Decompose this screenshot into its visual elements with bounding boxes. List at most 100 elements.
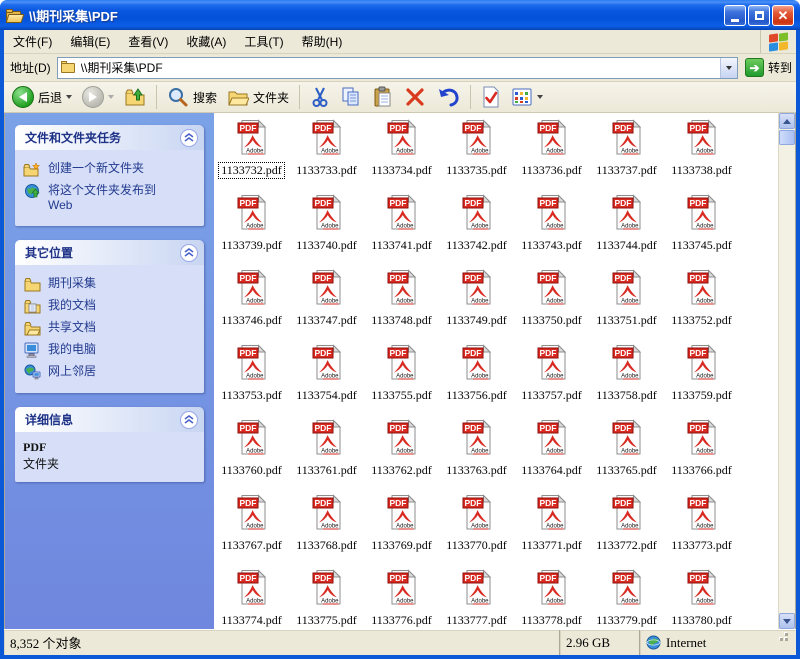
scroll-up-button[interactable] [779, 113, 795, 129]
file-item[interactable]: PDFAdobe1133740.pdf [289, 192, 364, 267]
sidebar-item-shared-documents[interactable]: 共享文档 [23, 317, 198, 339]
panel-header[interactable]: 文件和文件夹任务 [15, 125, 204, 150]
sidebar-item-new-folder[interactable]: 创建一个新文件夹 [23, 158, 198, 180]
file-item[interactable]: PDFAdobe1133743.pdf [514, 192, 589, 267]
scroll-down-button[interactable] [779, 613, 795, 629]
delete-button[interactable] [400, 84, 430, 110]
menu-favorites[interactable]: 收藏(A) [177, 30, 235, 53]
file-item[interactable]: PDFAdobe1133750.pdf [514, 267, 589, 342]
file-name-label: 1133766.pdf [669, 463, 734, 478]
file-item[interactable]: PDFAdobe1133763.pdf [439, 417, 514, 492]
file-item[interactable]: PDFAdobe1133765.pdf [589, 417, 664, 492]
close-button[interactable]: ✕ [772, 5, 794, 26]
file-name-label: 1133772.pdf [594, 538, 659, 553]
file-item[interactable]: PDFAdobe1133778.pdf [514, 567, 589, 629]
file-item[interactable]: PDFAdobe1133776.pdf [364, 567, 439, 629]
file-item[interactable]: PDFAdobe1133754.pdf [289, 342, 364, 417]
address-dropdown-button[interactable] [720, 58, 737, 78]
file-item[interactable]: PDFAdobe1133777.pdf [439, 567, 514, 629]
file-name-label: 1133758.pdf [594, 388, 659, 403]
file-item[interactable]: PDFAdobe1133770.pdf [439, 492, 514, 567]
go-label: 转到 [768, 59, 792, 76]
go-control[interactable]: ➔ 转到 [745, 58, 792, 77]
maximize-button[interactable] [748, 5, 770, 26]
file-item[interactable]: PDFAdobe1133748.pdf [364, 267, 439, 342]
sidebar-item-my-computer[interactable]: 我的电脑 [23, 339, 198, 361]
menu-edit[interactable]: 编辑(E) [61, 30, 119, 53]
file-item[interactable]: PDFAdobe1133759.pdf [664, 342, 739, 417]
scrollbar-track[interactable] [779, 146, 795, 613]
file-item[interactable]: PDFAdobe1133745.pdf [664, 192, 739, 267]
file-item[interactable]: PDFAdobe1133744.pdf [589, 192, 664, 267]
sync-check-button[interactable] [477, 84, 505, 110]
pdf-file-icon: PDFAdobe [685, 194, 719, 235]
address-input[interactable]: \\期刊采集\PDF [57, 57, 738, 79]
panel-header[interactable]: 详细信息 [15, 407, 204, 432]
views-button[interactable] [507, 84, 547, 110]
file-item[interactable]: PDFAdobe1133737.pdf [589, 117, 664, 192]
file-item[interactable]: PDFAdobe1133762.pdf [364, 417, 439, 492]
file-item[interactable]: PDFAdobe1133755.pdf [364, 342, 439, 417]
file-item[interactable]: PDFAdobe1133739.pdf [214, 192, 289, 267]
menu-view[interactable]: 查看(V) [119, 30, 177, 53]
file-item[interactable]: PDFAdobe1133768.pdf [289, 492, 364, 567]
file-item[interactable]: PDFAdobe1133773.pdf [664, 492, 739, 567]
file-name-label: 1133776.pdf [369, 613, 434, 628]
file-item[interactable]: PDFAdobe1133779.pdf [589, 567, 664, 629]
sidebar-item-publish-web[interactable]: 将这个文件夹发布到 Web [23, 180, 198, 216]
file-item[interactable]: PDFAdobe1133767.pdf [214, 492, 289, 567]
chevron-up-icon[interactable] [180, 129, 198, 147]
sidebar-item-network[interactable]: 网上邻居 [23, 361, 198, 383]
sidebar-item-my-documents[interactable]: 我的文档 [23, 295, 198, 317]
vertical-scrollbar[interactable] [778, 113, 795, 629]
minimize-button[interactable] [724, 5, 746, 26]
file-item[interactable]: PDFAdobe1133746.pdf [214, 267, 289, 342]
chevron-up-icon[interactable] [180, 411, 198, 429]
file-item[interactable]: PDFAdobe1133736.pdf [514, 117, 589, 192]
file-item[interactable]: PDFAdobe1133742.pdf [439, 192, 514, 267]
menu-tools[interactable]: 工具(T) [235, 30, 292, 53]
scrollbar-thumb[interactable] [779, 130, 795, 145]
file-item[interactable]: PDFAdobe1133733.pdf [289, 117, 364, 192]
panel-header[interactable]: 其它位置 [15, 240, 204, 265]
up-button[interactable] [120, 84, 150, 110]
file-item[interactable]: PDFAdobe1133772.pdf [589, 492, 664, 567]
undo-button[interactable] [432, 84, 464, 110]
file-item[interactable]: PDFAdobe1133769.pdf [364, 492, 439, 567]
file-item[interactable]: PDFAdobe1133760.pdf [214, 417, 289, 492]
back-button[interactable]: 后退 [8, 84, 76, 110]
file-item[interactable]: PDFAdobe1133764.pdf [514, 417, 589, 492]
file-item[interactable]: PDFAdobe1133741.pdf [364, 192, 439, 267]
file-item[interactable]: PDFAdobe1133757.pdf [514, 342, 589, 417]
file-item[interactable]: PDFAdobe1133774.pdf [214, 567, 289, 629]
folders-button[interactable]: 文件夹 [223, 84, 293, 110]
forward-button[interactable] [78, 84, 118, 110]
file-item[interactable]: PDFAdobe1133752.pdf [664, 267, 739, 342]
file-item[interactable]: PDFAdobe1133758.pdf [589, 342, 664, 417]
file-name-label: 1133771.pdf [519, 538, 584, 553]
menu-help[interactable]: 帮助(H) [293, 30, 352, 53]
copy-button[interactable] [336, 84, 366, 110]
file-item[interactable]: PDFAdobe1133780.pdf [664, 567, 739, 629]
sidebar-item-folder[interactable]: 期刊采集 [23, 273, 198, 295]
chevron-up-icon[interactable] [180, 244, 198, 262]
file-item[interactable]: PDFAdobe1133738.pdf [664, 117, 739, 192]
file-item[interactable]: PDFAdobe1133735.pdf [439, 117, 514, 192]
pdf-file-icon: PDFAdobe [235, 419, 269, 460]
file-item[interactable]: PDFAdobe1133732.pdf [214, 117, 289, 192]
file-item[interactable]: PDFAdobe1133749.pdf [439, 267, 514, 342]
file-item[interactable]: PDFAdobe1133756.pdf [439, 342, 514, 417]
paste-button[interactable] [368, 84, 398, 110]
file-item[interactable]: PDFAdobe1133753.pdf [214, 342, 289, 417]
file-item[interactable]: PDFAdobe1133734.pdf [364, 117, 439, 192]
file-item[interactable]: PDFAdobe1133771.pdf [514, 492, 589, 567]
file-item[interactable]: PDFAdobe1133775.pdf [289, 567, 364, 629]
file-item[interactable]: PDFAdobe1133751.pdf [589, 267, 664, 342]
menu-file[interactable]: 文件(F) [4, 30, 61, 53]
file-item[interactable]: PDFAdobe1133766.pdf [664, 417, 739, 492]
file-item[interactable]: PDFAdobe1133747.pdf [289, 267, 364, 342]
file-item[interactable]: PDFAdobe1133761.pdf [289, 417, 364, 492]
cut-button[interactable] [306, 84, 334, 110]
search-button[interactable]: 搜索 [163, 84, 221, 110]
title-bar[interactable]: \\期刊采集\PDF ✕ [0, 0, 800, 30]
